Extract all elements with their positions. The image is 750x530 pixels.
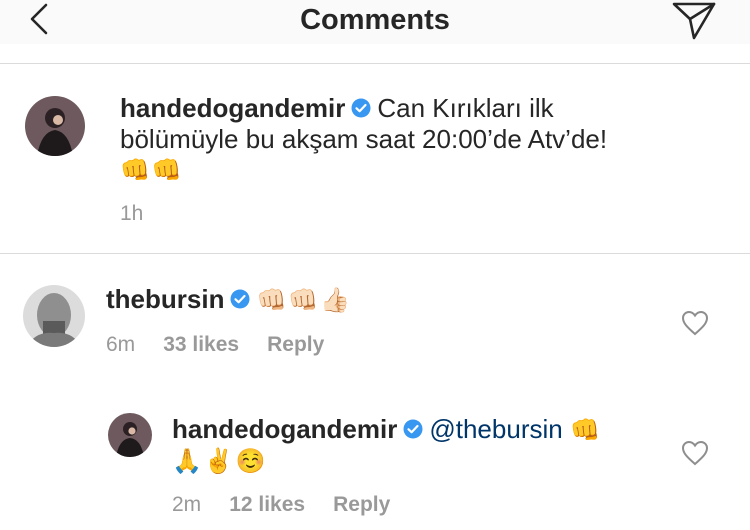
- caption-time: 1h: [120, 202, 144, 225]
- verified-badge-icon: [403, 419, 423, 439]
- avatar[interactable]: [108, 413, 152, 457]
- reply-button[interactable]: Reply: [333, 493, 390, 516]
- caption-divider: [0, 253, 750, 254]
- header-divider: [0, 63, 750, 64]
- comment-time: 2m: [172, 493, 202, 516]
- comment-text: thebursin 👊🏻👊🏻👍🏻: [106, 284, 646, 316]
- heart-icon[interactable]: [681, 440, 709, 466]
- page-title: Comments: [300, 4, 450, 36]
- comment-emoji: 👊: [569, 417, 602, 444]
- profile-photo: [25, 96, 85, 156]
- likes-count[interactable]: 12 likes: [229, 493, 305, 516]
- likes-count[interactable]: 33 likes: [163, 333, 239, 356]
- comment-username[interactable]: handedogandemir: [172, 414, 397, 444]
- share-button[interactable]: [668, 0, 720, 42]
- avatar[interactable]: [25, 96, 85, 156]
- comment-username[interactable]: thebursin: [106, 284, 224, 314]
- verified-badge-icon: [351, 98, 371, 118]
- avatar[interactable]: [23, 285, 85, 347]
- caption-emoji: 👊👊: [120, 157, 184, 184]
- comment-meta: 2m 12 likes Reply: [172, 493, 418, 517]
- mention-link[interactable]: @thebursin: [429, 414, 562, 444]
- heart-icon[interactable]: [681, 310, 709, 336]
- header-bar: Comments: [0, 0, 750, 44]
- profile-photo: [108, 413, 152, 457]
- comment-emoji: 👊🏻👊🏻👍🏻: [256, 287, 353, 314]
- profile-photo: [23, 285, 85, 347]
- verified-badge-icon: [230, 289, 250, 309]
- caption-username[interactable]: handedogandemir: [120, 93, 345, 123]
- comment-meta: 6m 33 likes Reply: [106, 333, 352, 357]
- caption-meta: 1h: [120, 202, 171, 226]
- caption-text: handedogandemir Can Kırıkları ilk bölümüy…: [120, 93, 660, 186]
- reply-button[interactable]: Reply: [267, 333, 324, 356]
- comment-emoji-line: 🙏✌️☺️: [172, 448, 268, 475]
- comment-time: 6m: [106, 333, 136, 356]
- send-icon: [672, 2, 716, 40]
- reply-text: handedogandemir @thebursin 👊 🙏✌️☺️: [172, 414, 632, 477]
